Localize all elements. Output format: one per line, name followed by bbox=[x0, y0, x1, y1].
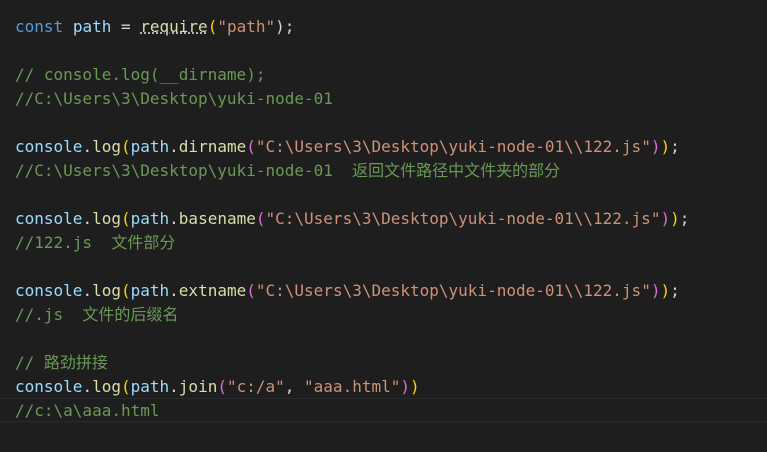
dot: . bbox=[169, 137, 179, 156]
comma: , bbox=[284, 377, 305, 396]
path-variable: path bbox=[72, 17, 112, 36]
string-literal: "aaa.html" bbox=[304, 377, 401, 396]
code-line-7-comment[interactable]: //C:\Users\3\Desktop\yuki-node-01 返回文件路径… bbox=[15, 159, 560, 183]
path-variable: path bbox=[130, 209, 170, 228]
close-paren-inner: ) bbox=[400, 377, 410, 396]
close-paren: ) bbox=[660, 281, 671, 300]
dot: . bbox=[169, 209, 179, 228]
open-paren-inner: ( bbox=[255, 209, 266, 228]
code-line-15-comment[interactable]: // 路劲拼接 bbox=[15, 351, 108, 375]
string-literal: "C:\Users\3\Desktop\yuki-node-01\\122.js… bbox=[255, 137, 651, 156]
open-paren-inner: ( bbox=[217, 377, 227, 396]
assign-operator: = bbox=[111, 17, 141, 36]
close-paren: ) bbox=[670, 209, 680, 228]
dot: . bbox=[82, 377, 93, 396]
string-literal: "c:/a" bbox=[226, 377, 285, 396]
open-paren-inner: ( bbox=[246, 137, 256, 156]
dot: . bbox=[82, 137, 93, 156]
console-object: console bbox=[15, 281, 83, 300]
console-object: console bbox=[15, 137, 83, 156]
close-paren-inner: ) bbox=[660, 209, 671, 228]
dirname-method: dirname bbox=[178, 137, 247, 156]
log-method: log bbox=[92, 377, 121, 396]
console-object: console bbox=[15, 209, 83, 228]
require-call: require bbox=[140, 17, 208, 36]
close-paren: ) bbox=[660, 137, 671, 156]
path-variable: path bbox=[130, 137, 170, 156]
open-paren-inner: ( bbox=[246, 281, 256, 300]
semicolon: ; bbox=[679, 209, 690, 228]
code-line-1[interactable]: const path = require("path"); bbox=[15, 15, 294, 39]
code-line-17-comment[interactable]: //c:\a\aaa.html bbox=[15, 399, 160, 423]
code-line-4-comment[interactable]: //C:\Users\3\Desktop\yuki-node-01 bbox=[15, 87, 333, 111]
dot: . bbox=[169, 281, 179, 300]
open-paren: ( bbox=[207, 17, 218, 36]
log-method: log bbox=[92, 281, 121, 300]
dot: . bbox=[82, 281, 93, 300]
open-paren: ( bbox=[120, 137, 131, 156]
code-line-16[interactable]: console.log(path.join("c:/a", "aaa.html"… bbox=[15, 375, 420, 399]
string-literal: "path" bbox=[217, 17, 276, 36]
extname-method: extname bbox=[178, 281, 247, 300]
const-keyword: const bbox=[15, 17, 64, 36]
semicolon: ; bbox=[670, 281, 680, 300]
path-variable: path bbox=[130, 281, 170, 300]
code-line-3-comment[interactable]: // console.log(__dirname); bbox=[15, 63, 265, 87]
log-method: log bbox=[92, 209, 121, 228]
semicolon: ; bbox=[670, 137, 680, 156]
code-editor[interactable]: const path = require("path"); // console… bbox=[0, 0, 767, 452]
string-literal: "C:\Users\3\Desktop\yuki-node-01\\122.js… bbox=[255, 281, 651, 300]
string-literal: "C:\Users\3\Desktop\yuki-node-01\\122.js… bbox=[265, 209, 661, 228]
join-method: join bbox=[178, 377, 218, 396]
basename-method: basename bbox=[178, 209, 256, 228]
log-method: log bbox=[92, 137, 121, 156]
code-line-13-comment[interactable]: //.js 文件的后缀名 bbox=[15, 303, 178, 327]
open-paren: ( bbox=[120, 209, 131, 228]
open-paren: ( bbox=[120, 281, 131, 300]
dot: . bbox=[169, 377, 179, 396]
code-line-9[interactable]: console.log(path.basename("C:\Users\3\De… bbox=[15, 207, 689, 231]
code-line-10-comment[interactable]: //122.js 文件部分 bbox=[15, 231, 175, 255]
console-object: console bbox=[15, 377, 83, 396]
close-paren: ) bbox=[410, 377, 420, 396]
path-variable: path bbox=[130, 377, 170, 396]
dot: . bbox=[82, 209, 93, 228]
close-paren: ); bbox=[275, 17, 295, 36]
code-line-6[interactable]: console.log(path.dirname("C:\Users\3\Des… bbox=[15, 135, 680, 159]
open-paren: ( bbox=[120, 377, 131, 396]
code-line-12[interactable]: console.log(path.extname("C:\Users\3\Des… bbox=[15, 279, 680, 303]
